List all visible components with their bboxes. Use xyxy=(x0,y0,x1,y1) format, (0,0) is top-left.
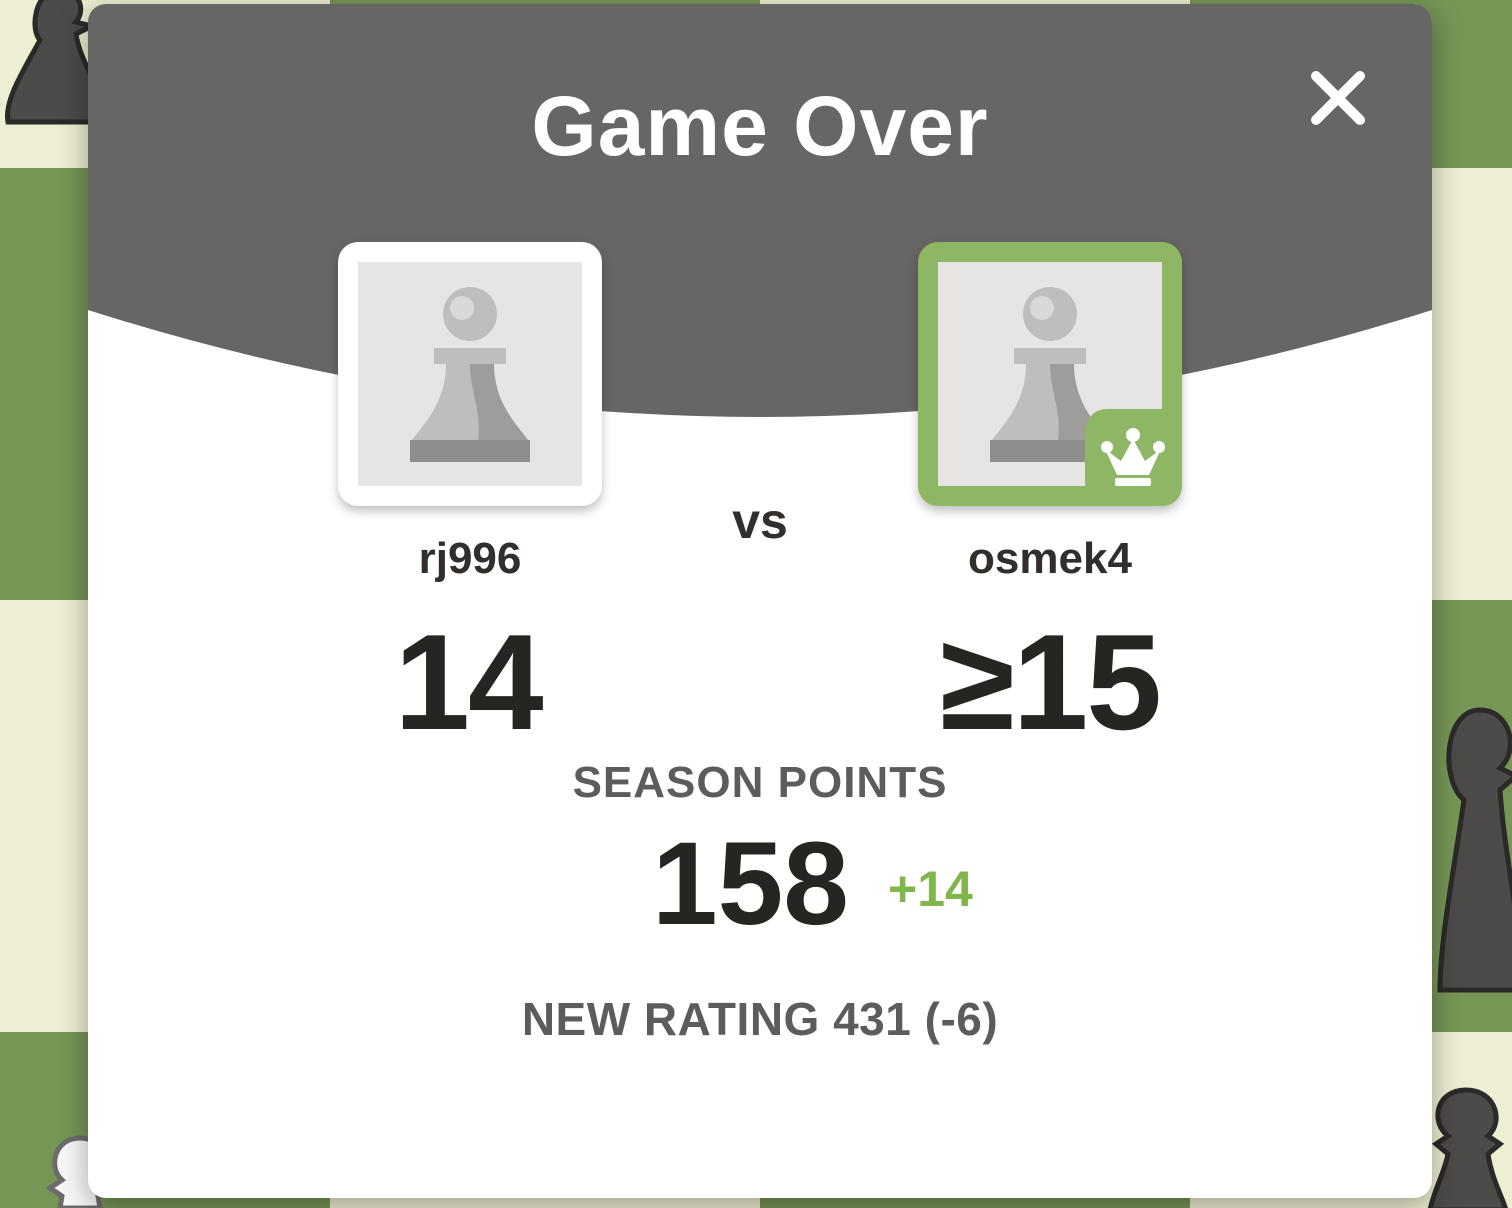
close-button[interactable] xyxy=(1302,62,1374,134)
new-rating: NEW RATING 431 (-6) xyxy=(521,993,999,1045)
pawn-icon xyxy=(1427,1087,1508,1208)
modal-title: Game Over xyxy=(531,79,989,173)
player-avatar-left[interactable] xyxy=(338,242,602,506)
username-left[interactable]: rj996 xyxy=(320,534,620,584)
crown-icon xyxy=(1101,428,1165,486)
avatar-image xyxy=(358,262,582,486)
username-right[interactable]: osmek4 xyxy=(900,534,1200,584)
season-points-label: SEASON POINTS xyxy=(572,758,948,807)
pawn-icon xyxy=(1437,707,1512,993)
vs-label: vs xyxy=(732,493,788,549)
score-right: ≥15 xyxy=(940,606,1162,758)
close-icon xyxy=(1311,71,1365,125)
season-points-value: 158 xyxy=(652,818,849,950)
game-over-modal: Game Over vs rj996 osmek4 14 ≥15 SEASON … xyxy=(88,4,1432,1198)
season-points-row: 158 +14 xyxy=(88,816,1432,950)
score-left: 14 xyxy=(394,606,543,758)
modal-header-background xyxy=(88,4,1432,417)
season-points-delta: +14 xyxy=(888,861,973,917)
player-avatar-right[interactable] xyxy=(918,242,1182,506)
pawn-avatar-icon xyxy=(410,287,530,462)
